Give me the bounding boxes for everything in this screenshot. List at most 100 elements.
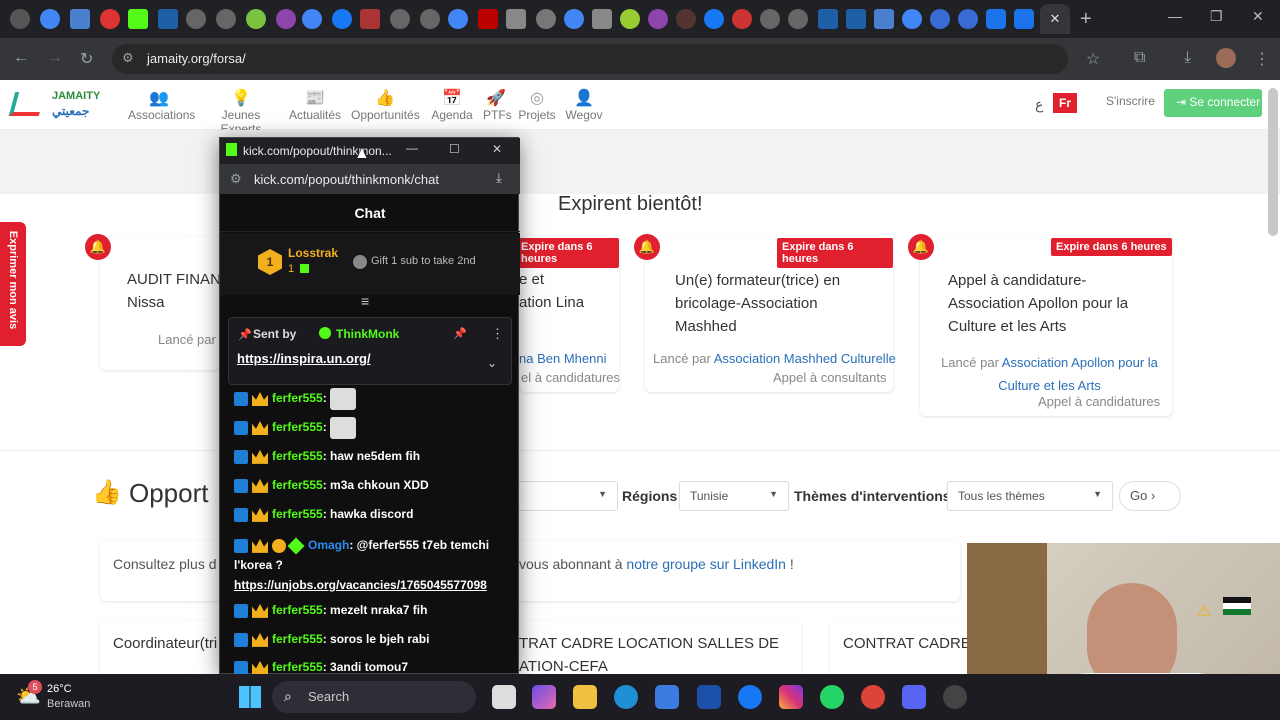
menu-icon[interactable]: ⋮ xyxy=(1254,49,1270,69)
chrome-icon[interactable] xyxy=(861,685,885,709)
chevron-down-icon[interactable]: ⌄ xyxy=(487,356,497,370)
minimize-icon[interactable]: — xyxy=(1168,8,1182,24)
opportunity-card[interactable]: TRAT CADRE LOCATION SALLES DE ATION-CEFA xyxy=(519,620,801,680)
unpin-icon[interactable]: 📌 xyxy=(453,327,467,340)
tab-icon[interactable] xyxy=(620,9,640,29)
maximize-icon[interactable]: ☐ xyxy=(449,142,460,156)
download-icon[interactable]: ⤓ xyxy=(496,170,502,186)
app-l-icon[interactable] xyxy=(697,685,721,709)
nav-ptfs[interactable]: 🚀 PTFs xyxy=(483,88,512,122)
chat-link[interactable]: https://unjobs.org/vacancies/17650455770… xyxy=(234,578,487,592)
inscrire-link[interactable]: S'inscrire xyxy=(1106,94,1155,108)
tab-icon[interactable] xyxy=(788,9,808,29)
tab-icon[interactable] xyxy=(276,9,296,29)
m365-icon[interactable] xyxy=(532,685,556,709)
linkedin-link[interactable]: notre groupe sur LinkedIn xyxy=(626,556,786,572)
tab-icon[interactable] xyxy=(100,9,120,29)
lang-fr[interactable]: Fr xyxy=(1053,93,1077,113)
opportunity-card[interactable]: Expire dans 6 heures Appel à candidature… xyxy=(920,236,1172,416)
store-icon[interactable] xyxy=(655,685,679,709)
tab-icon[interactable] xyxy=(186,9,206,29)
card-lance[interactable]: na Ben Mhenni xyxy=(519,351,606,366)
tab-icon[interactable] xyxy=(216,9,236,29)
opportunity-card[interactable]: Expire dans 6 heures e et ation Lina na … xyxy=(516,236,620,392)
tab-icon[interactable] xyxy=(592,9,612,29)
maximize-icon[interactable]: ❐ xyxy=(1210,8,1223,25)
close-icon[interactable]: ✕ xyxy=(492,142,502,156)
tab-facebook-icon[interactable] xyxy=(704,9,724,29)
bookmark-star-icon[interactable]: ☆ xyxy=(1086,49,1100,69)
tab-icon[interactable] xyxy=(930,9,950,29)
site-settings-icon[interactable]: ⚙ xyxy=(122,50,134,66)
taskbar-search[interactable]: ⌕ Search xyxy=(272,681,476,713)
tab-icon[interactable] xyxy=(420,9,440,29)
file-explorer-icon[interactable] xyxy=(573,685,597,709)
tab-icon[interactable] xyxy=(360,9,380,29)
nav-actualites[interactable]: 📰 Actualités xyxy=(289,88,341,122)
pinned-link[interactable]: https://inspira.un.org/ xyxy=(237,351,371,366)
site-settings-icon[interactable]: ⚙ xyxy=(230,171,242,187)
tab-icon[interactable] xyxy=(986,9,1006,29)
page-scrollbar[interactable] xyxy=(1268,88,1278,236)
tab-icon[interactable] xyxy=(648,9,668,29)
profile-avatar[interactable] xyxy=(1216,48,1236,68)
whatsapp-icon[interactable] xyxy=(820,685,844,709)
gift-text[interactable]: Gift 1 sub to take 2nd xyxy=(371,255,476,267)
opportunity-card[interactable]: CONTRAT CADRE xyxy=(830,620,971,680)
tab-icon[interactable] xyxy=(390,9,410,29)
edge-icon[interactable] xyxy=(614,685,638,709)
tab-unjobs-icon[interactable] xyxy=(158,9,178,29)
tab-google-icon[interactable] xyxy=(302,9,322,29)
filter-select[interactable]: ▼ xyxy=(518,481,618,511)
reload-icon[interactable]: ↻ xyxy=(80,49,93,69)
go-button[interactable]: Go › xyxy=(1119,481,1181,511)
tab-search-icon[interactable] xyxy=(10,9,30,29)
opportunity-card[interactable]: Expire dans 6 heures Un(e) formateur(tri… xyxy=(645,236,896,392)
tab-icon[interactable] xyxy=(732,9,752,29)
forward-icon[interactable]: → xyxy=(47,49,63,67)
close-window-icon[interactable]: ✕ xyxy=(1252,8,1264,25)
app-icon[interactable] xyxy=(943,685,967,709)
collapse-icon[interactable]: ≡ xyxy=(361,293,369,309)
task-view-icon[interactable] xyxy=(492,685,516,709)
opportunity-card[interactable]: AUDIT FINAN Nissa Lancé par A xyxy=(100,236,227,370)
nav-agenda[interactable]: 📅 Agenda xyxy=(430,88,474,122)
more-icon[interactable]: ⋮ xyxy=(491,326,504,342)
tab-icon[interactable] xyxy=(536,9,556,29)
tab-icon[interactable] xyxy=(760,9,780,29)
new-tab-button[interactable]: + xyxy=(1080,8,1092,31)
tab-google-icon[interactable] xyxy=(40,9,60,29)
tab-icon[interactable] xyxy=(958,9,978,29)
themes-select[interactable]: Tous les thèmes ▼ xyxy=(947,481,1113,511)
tab-unjobs-icon[interactable] xyxy=(846,9,866,29)
jamaity-logo[interactable]: JAMAITY جمعيتي xyxy=(8,88,102,120)
nav-associations[interactable]: 👥 Associations xyxy=(128,88,195,122)
windows-start-icon[interactable] xyxy=(239,686,261,708)
nav-jeunes-experts[interactable]: 💡 Jeunes Experts xyxy=(203,88,279,136)
regions-select[interactable]: Tunisie ▼ xyxy=(679,481,789,511)
pinned-user[interactable]: ThinkMonk xyxy=(336,327,399,341)
tab-icon[interactable] xyxy=(1014,9,1034,29)
minimize-icon[interactable]: — xyxy=(406,141,418,155)
instagram-icon[interactable] xyxy=(779,685,803,709)
tab-docs-icon[interactable] xyxy=(874,9,894,29)
nav-projets[interactable]: ◎ Projets xyxy=(518,88,556,122)
tab-icon[interactable] xyxy=(246,9,266,29)
tab-unjobs-icon[interactable] xyxy=(818,9,838,29)
active-tab-close-icon[interactable]: ✕ xyxy=(1040,4,1070,34)
nav-wegov[interactable]: 👤 Wegov xyxy=(564,88,604,122)
tab-icon[interactable] xyxy=(676,9,696,29)
back-icon[interactable]: ← xyxy=(13,49,29,67)
tab-google-icon[interactable] xyxy=(564,9,584,29)
tab-kick-icon[interactable] xyxy=(128,9,148,29)
opportunity-card[interactable]: Coordinateur(tri xyxy=(100,620,220,680)
tab-docs-icon[interactable] xyxy=(70,9,90,29)
nav-opportunites[interactable]: 👍 Opportunités xyxy=(351,88,420,122)
tab-google-icon[interactable] xyxy=(448,9,468,29)
tab-google-icon[interactable] xyxy=(902,9,922,29)
feedback-tab[interactable]: Exprimer mon avis xyxy=(0,222,26,346)
connect-button[interactable]: ⇥ Se connecter xyxy=(1164,89,1262,117)
address-bar[interactable]: ⚙ jamaity.org/forsa/ xyxy=(112,44,1068,74)
tab-icon[interactable] xyxy=(478,9,498,29)
download-icon[interactable]: ⤓ xyxy=(1184,49,1191,67)
